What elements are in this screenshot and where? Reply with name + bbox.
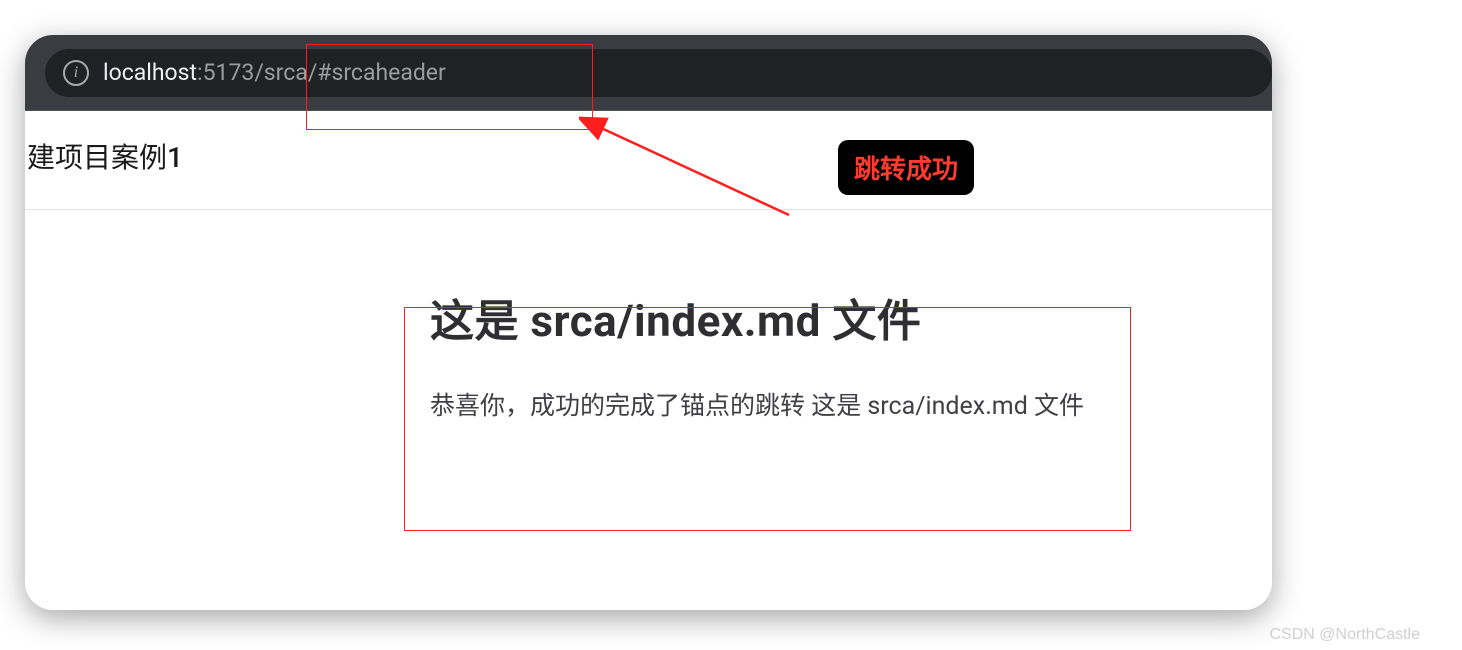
url-path: :5173/srca/#srcaheader xyxy=(197,59,446,86)
watermark: CSDN @NorthCastle xyxy=(1270,626,1421,644)
address-bar[interactable]: i localhost:5173/srca/#srcaheader xyxy=(45,49,1272,97)
main-block: 这是 srca/index.md 文件 恭喜你，成功的完成了锚点的跳转 这是 s… xyxy=(430,285,1272,427)
annotation-badge: 跳转成功 xyxy=(838,140,974,195)
page-content: 建项目案例1 这是 srca/index.md 文件 恭喜你，成功的完成了锚点的… xyxy=(25,110,1272,610)
address-bar-outer: i localhost:5173/srca/#srcaheader xyxy=(25,35,1272,110)
info-icon[interactable]: i xyxy=(63,60,89,86)
url-text: localhost:5173/srca/#srcaheader xyxy=(103,59,446,86)
divider xyxy=(25,209,1272,210)
project-label: 建项目案例1 xyxy=(25,136,1272,176)
page-paragraph: 恭喜你，成功的完成了锚点的跳转 这是 srca/index.md 文件 xyxy=(430,387,1272,427)
page-heading: 这是 srca/index.md 文件 xyxy=(430,285,1272,349)
url-host: localhost xyxy=(103,59,197,86)
browser-window: i localhost:5173/srca/#srcaheader 建项目案例1… xyxy=(25,35,1272,610)
